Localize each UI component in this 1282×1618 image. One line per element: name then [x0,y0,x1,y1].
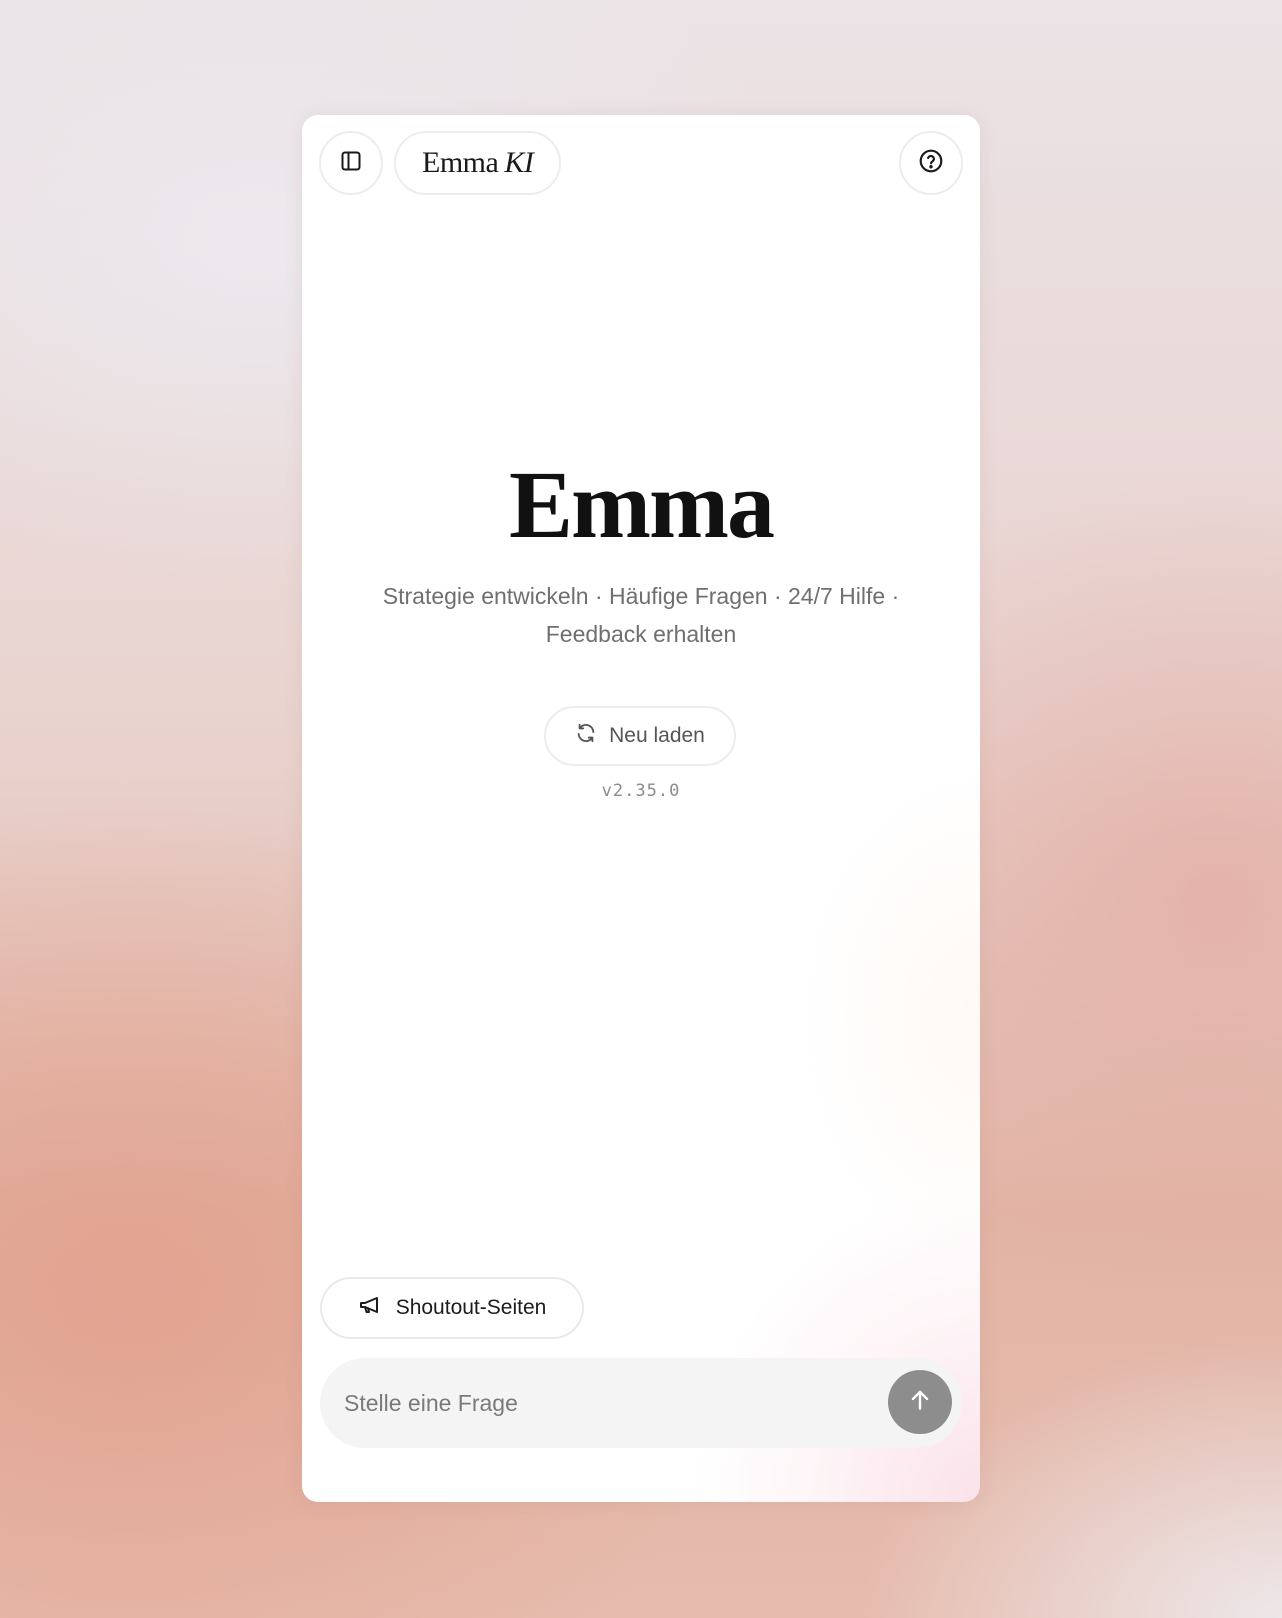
question-input[interactable] [344,1358,864,1448]
send-button[interactable] [888,1370,952,1434]
sidebar-toggle-icon [339,149,363,178]
sidebar-toggle-button[interactable] [319,131,383,195]
reload-button[interactable]: Neu laden [544,706,736,766]
brand-logo-pill[interactable]: Emma KI [394,131,562,195]
chat-panel: Emma KI Emma Strategie entwickeln · Häufi… [302,115,980,1502]
arrow-up-icon [907,1387,933,1418]
hero-subtitle: Strategie entwickeln · Häufige Fragen · … [382,583,900,647]
chat-composer [320,1358,962,1448]
hero-section: Emma Strategie entwickeln · Häufige Frag… [302,455,980,653]
shoutout-pages-button[interactable]: Shoutout-Seiten [320,1277,584,1339]
megaphone-icon [358,1294,382,1322]
shoutout-label: Shoutout-Seiten [395,1296,547,1319]
brand-name: Emma [422,146,499,179]
hero-title: Emma [509,451,775,558]
reload-label: Neu laden [609,724,705,747]
refresh-icon [575,722,597,750]
version-label: v2.35.0 [601,781,681,801]
brand-suffix: KI [504,146,534,179]
help-circle-icon [918,148,944,179]
help-button[interactable] [899,131,963,195]
